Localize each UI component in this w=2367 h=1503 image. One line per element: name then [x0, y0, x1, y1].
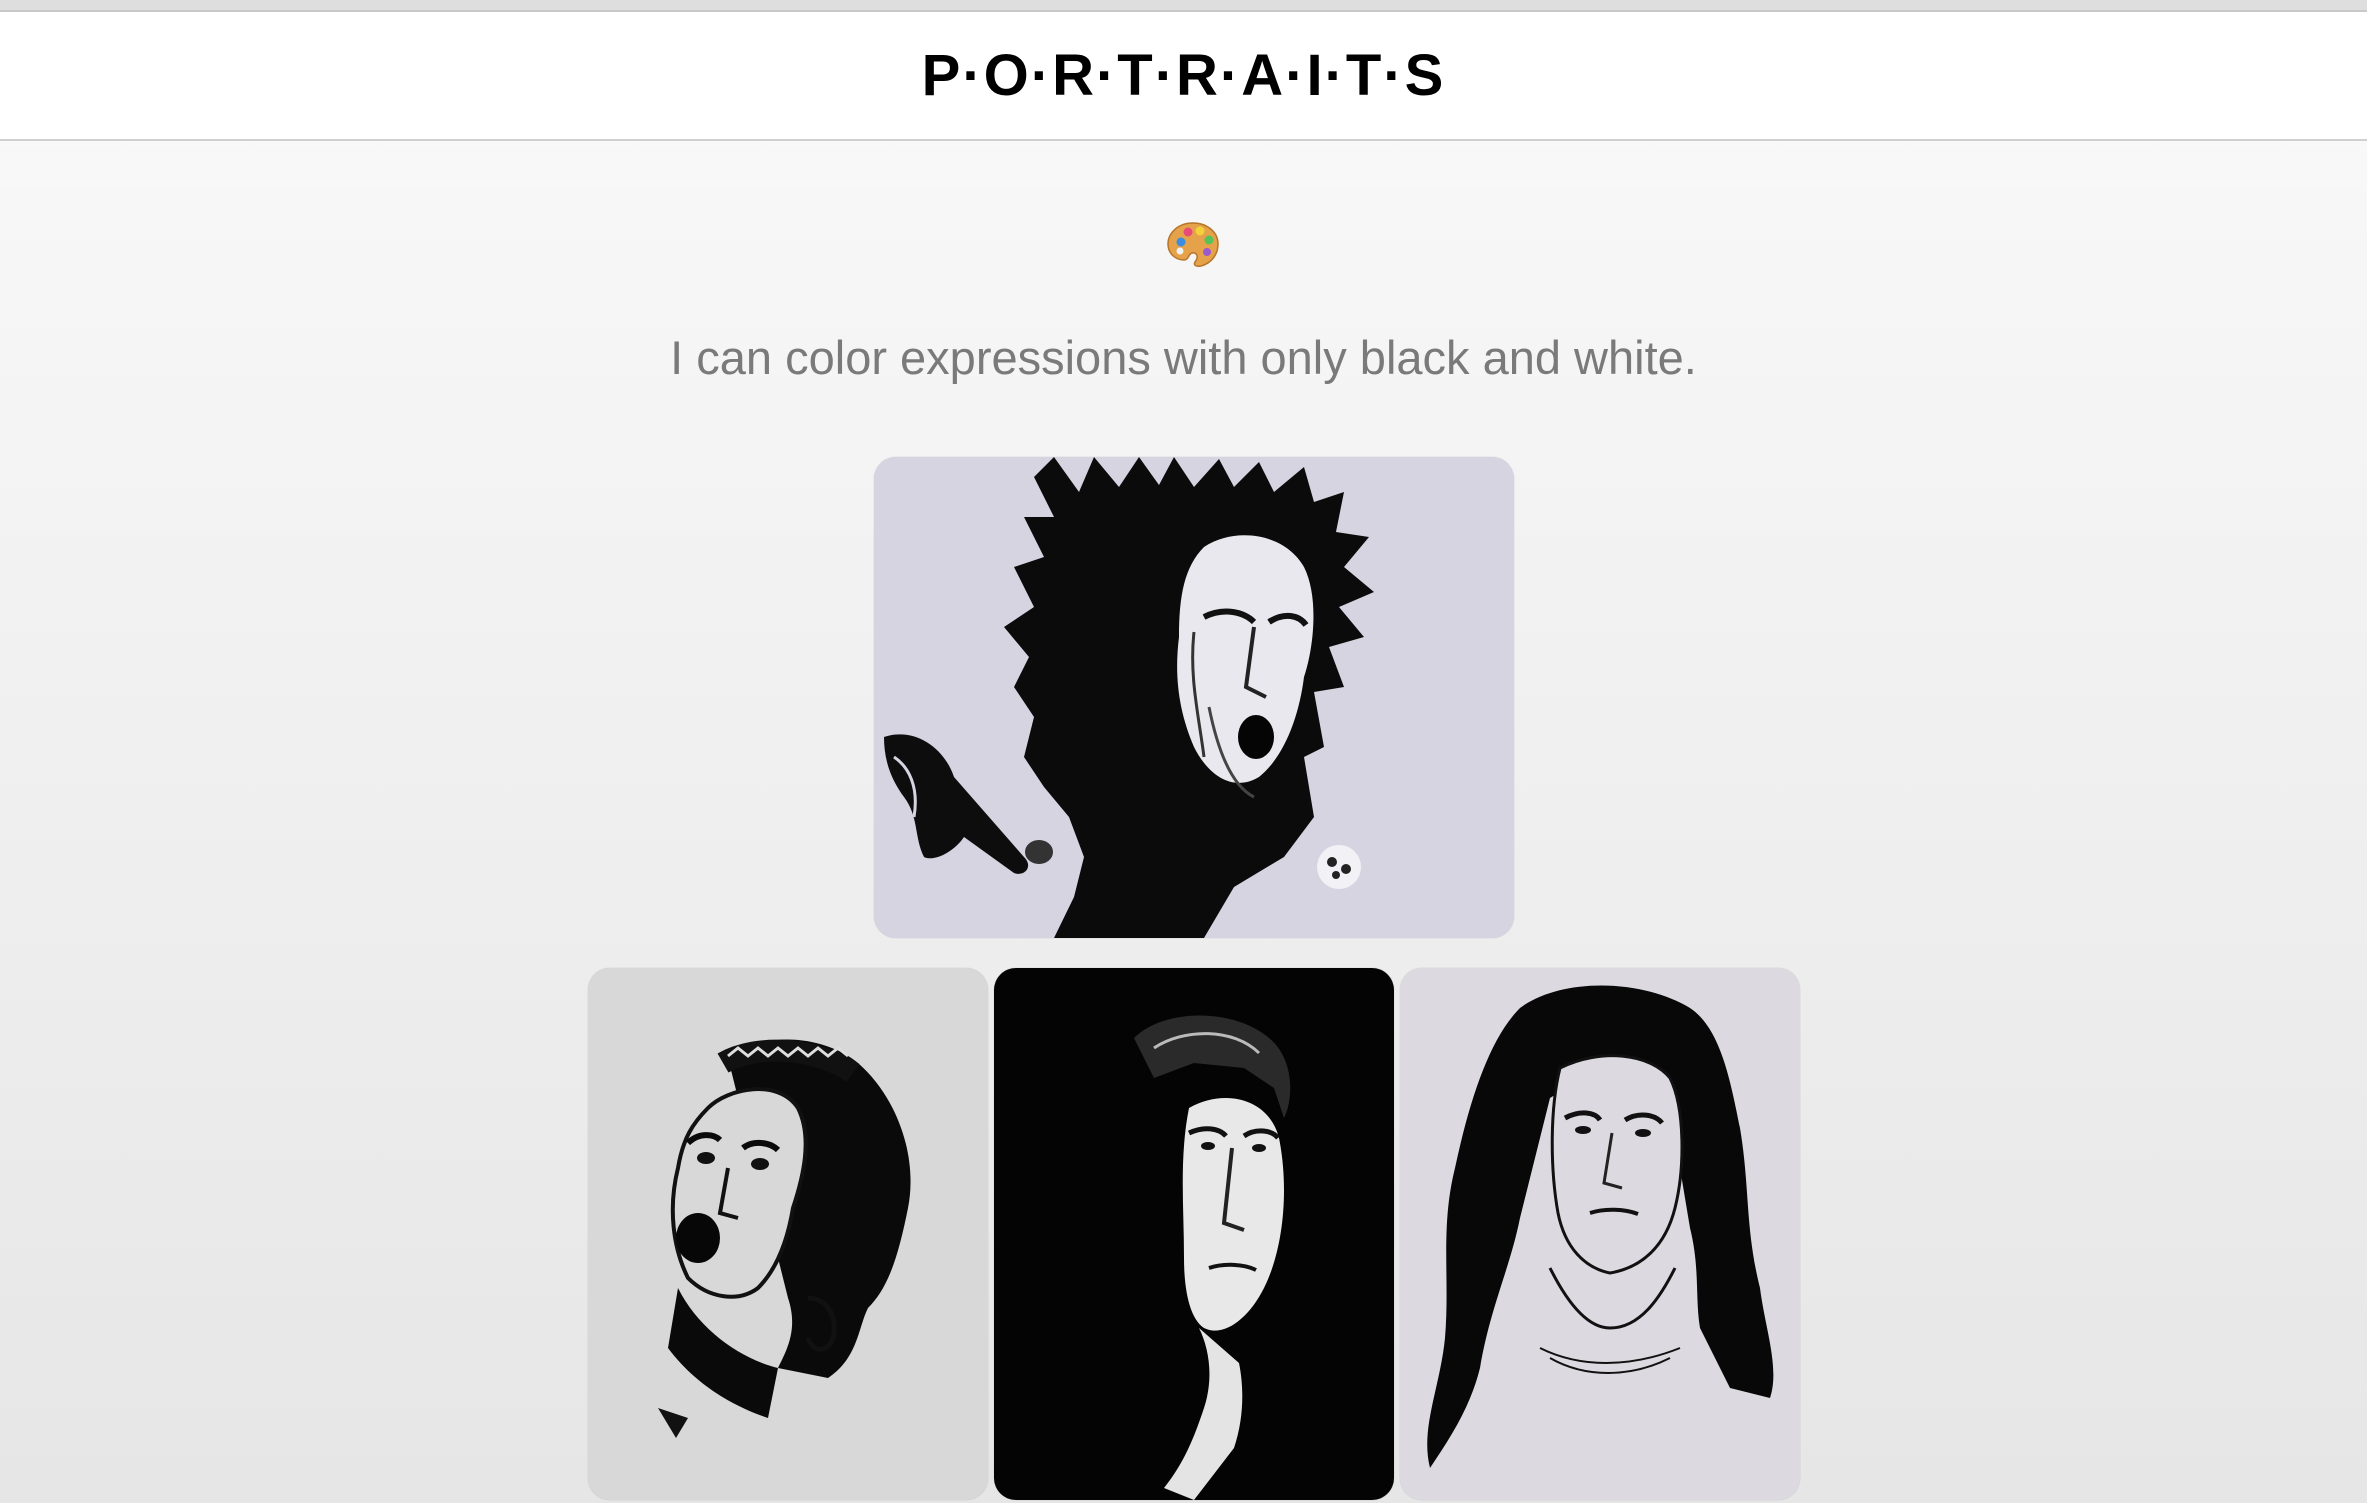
artist-palette-icon [1166, 220, 1220, 268]
portrait-woman-long-hair[interactable] [1400, 968, 1800, 1500]
site-header: P·O·R·T·R·A·I·T·S [0, 12, 2367, 141]
browser-top-strip [0, 0, 2367, 12]
tagline: I can color expressions with only black … [670, 331, 1697, 384]
portrait-spiky-hair-smoking[interactable] [874, 457, 1514, 938]
site-title[interactable]: P·O·R·T·R·A·I·T·S [922, 42, 1446, 109]
portrait-woman-braided-headband[interactable] [588, 968, 988, 1500]
portrait-man-half-lit[interactable] [994, 968, 1394, 1500]
